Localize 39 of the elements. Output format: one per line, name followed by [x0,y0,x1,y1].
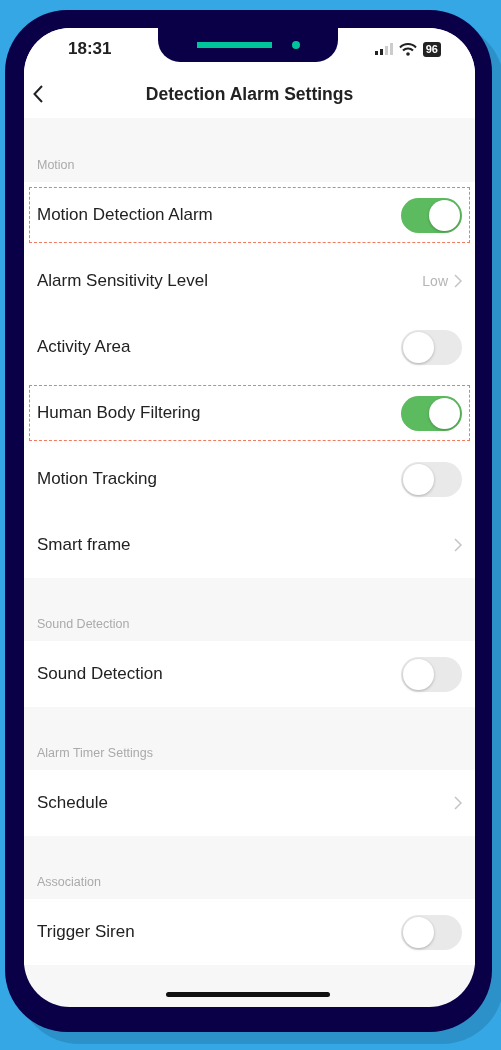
settings-row[interactable]: Trigger Siren [24,899,475,965]
row-label: Motion Tracking [37,469,157,489]
settings-row[interactable]: Alarm Sensitivity Level Low [24,248,475,314]
section-label: Alarm Timer Settings [36,745,154,762]
settings-row[interactable]: Motion Tracking [24,446,475,512]
toggle-switch[interactable] [401,656,462,692]
toggle-switch[interactable] [401,914,462,950]
section-label: Motion [36,157,76,174]
chevron-link[interactable] [454,796,462,810]
back-icon [33,85,43,103]
settings-row[interactable]: Human Body Filtering [24,380,475,446]
toggle-switch[interactable] [401,395,462,431]
settings-row[interactable]: Activity Area [24,314,475,380]
row-label: Alarm Sensitivity Level [37,271,208,291]
signal-icon [374,43,393,55]
toggle-switch[interactable] [401,461,462,497]
row-label: Sound Detection [37,664,163,684]
page-title: Detection Alarm Settings [145,83,354,105]
settings-row[interactable]: Sound Detection [24,641,475,707]
chevron-right-icon [454,274,462,288]
row-label: Schedule [37,793,108,813]
row-label: Human Body Filtering [37,403,201,423]
toggle-switch[interactable] [401,329,462,365]
chevron-link[interactable] [454,538,462,552]
status-time: 18:31 [68,39,112,59]
chevron-right-icon [454,538,462,552]
settings-row[interactable]: Smart frame [24,512,475,578]
row-label: Trigger Siren [37,922,135,942]
section-label: Association [36,874,102,891]
wifi-icon [398,42,417,56]
row-label: Motion Detection Alarm [37,205,213,225]
section-label: Sound Detection [36,616,131,633]
settings-row[interactable]: Motion Detection Alarm [24,182,475,248]
settings-row[interactable]: Schedule [24,770,475,836]
battery-level: 96 [422,41,441,57]
row-label: Activity Area [37,337,131,357]
row-label: Smart frame [37,535,131,555]
chevron-right-icon [454,796,462,810]
toggle-switch[interactable] [401,197,462,233]
